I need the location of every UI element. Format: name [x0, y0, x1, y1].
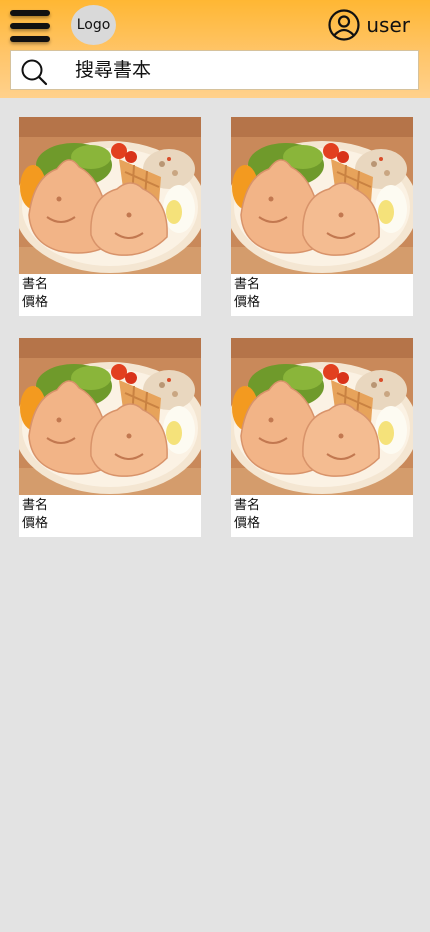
logo-label: Logo [76, 17, 111, 33]
book-cover-image [19, 338, 201, 495]
book-price: 價格 [22, 295, 49, 310]
app-header: Logo user [0, 0, 430, 98]
book-price: 價格 [234, 516, 261, 531]
book-price: 價格 [22, 516, 49, 531]
book-title: 書名 [234, 277, 261, 292]
book-card[interactable]: 書名 價格 [231, 338, 413, 537]
user-label: user [366, 13, 410, 37]
search-input[interactable] [75, 55, 405, 85]
search-icon[interactable] [19, 57, 49, 87]
menu-bar [10, 10, 50, 16]
book-price: 價格 [234, 295, 261, 310]
book-card[interactable]: 書名 價格 [19, 338, 201, 537]
book-cover-image [231, 117, 413, 274]
user-account-button[interactable]: user [328, 9, 410, 41]
book-card[interactable]: 書名 價格 [231, 117, 413, 316]
menu-bar [10, 23, 50, 29]
book-title: 書名 [22, 498, 49, 513]
search-bar[interactable] [10, 50, 419, 90]
book-info: 書名 價格 [19, 495, 201, 535]
book-info: 書名 價格 [19, 274, 201, 314]
book-cover-image [231, 338, 413, 495]
user-circle-icon [328, 9, 360, 41]
book-title: 書名 [22, 277, 49, 292]
book-card[interactable]: 書名 價格 [19, 117, 201, 316]
logo[interactable]: Logo [71, 5, 116, 45]
book-title: 書名 [234, 498, 261, 513]
hamburger-menu-icon[interactable] [10, 10, 50, 42]
book-grid: 書名 價格 書名 價格 書名 價格 書名 價格 [19, 117, 413, 537]
book-info: 書名 價格 [231, 495, 413, 535]
menu-bar [10, 36, 50, 42]
book-cover-image [19, 117, 201, 274]
book-info: 書名 價格 [231, 274, 413, 314]
